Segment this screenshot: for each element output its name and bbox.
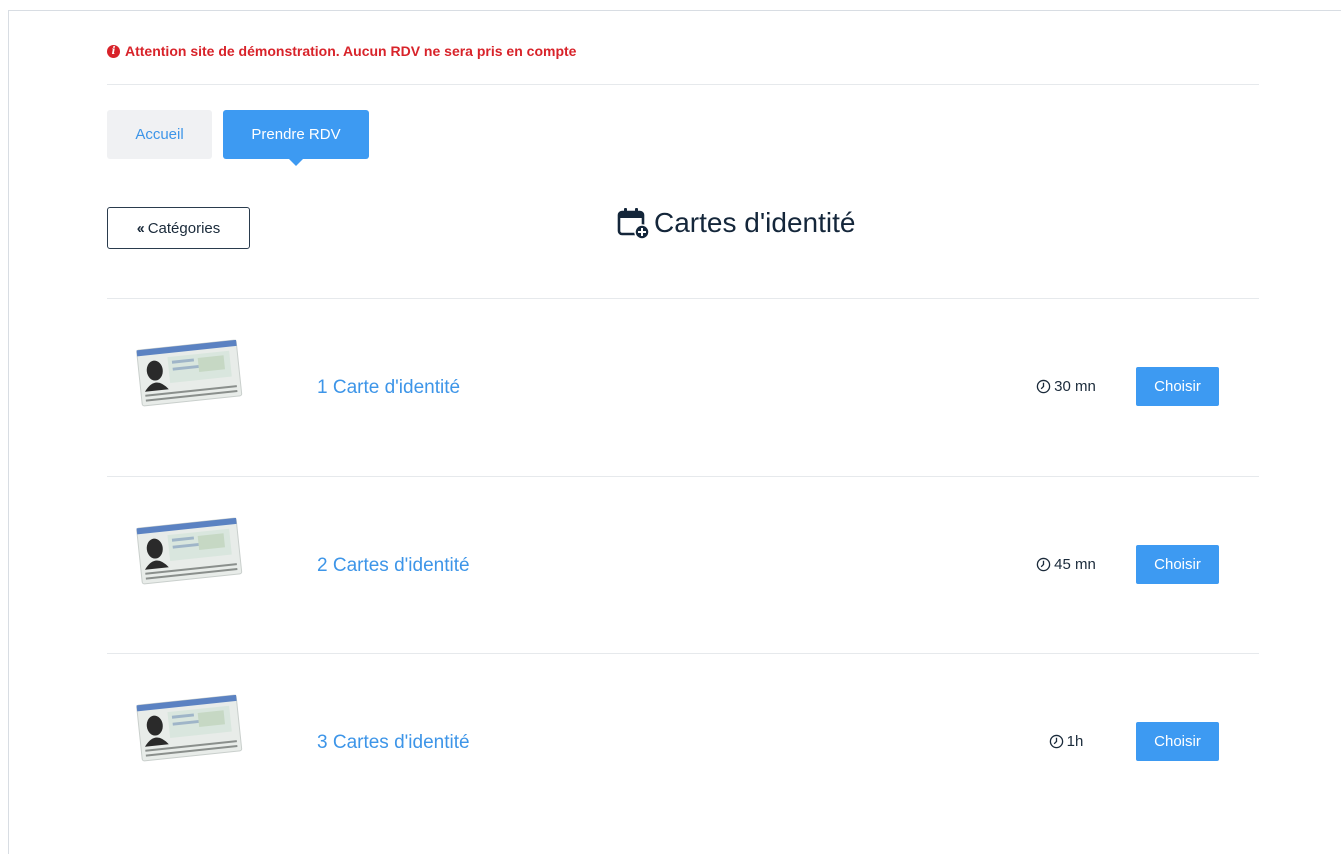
calendar-plus-icon (617, 208, 650, 240)
tab-accueil[interactable]: Accueil (107, 110, 212, 159)
duration-text: 45 mn (1054, 556, 1096, 573)
demo-warning-text: Attention site de démonstration. Aucun R… (125, 43, 577, 59)
clock-icon (1036, 379, 1051, 394)
choose-button[interactable]: Choisir (1136, 367, 1219, 406)
divider (107, 84, 1259, 85)
id-card-image (136, 339, 243, 407)
demo-warning: i Attention site de démonstration. Aucun… (107, 43, 576, 59)
duration-text: 30 mn (1054, 378, 1096, 395)
clock-icon (1049, 734, 1063, 749)
double-chevron-left-icon: ‹‹ (136, 219, 145, 237)
info-circle-icon: i (107, 44, 120, 58)
service-row: 3 Cartes d'identité 1h Choisir (107, 654, 1259, 831)
duration-text: 1h (1066, 733, 1084, 750)
page-title: Cartes d'identité (617, 206, 855, 240)
service-duration: 45 mn (1016, 556, 1116, 573)
choose-button[interactable]: Choisir (1136, 722, 1219, 761)
nav-tabs: Accueil Prendre RDV (107, 110, 369, 166)
service-duration: 1h (1016, 733, 1116, 750)
choose-button[interactable]: Choisir (1136, 545, 1219, 584)
clock-icon (1036, 557, 1051, 572)
service-name[interactable]: 1 Carte d'identité (317, 377, 460, 399)
service-row: 1 Carte d'identité 30 mn Choisir (107, 299, 1259, 476)
back-to-categories-button[interactable]: ‹‹ Catégories (107, 207, 250, 249)
service-row: 2 Cartes d'identité 45 mn Choisir (107, 477, 1259, 654)
service-name[interactable]: 3 Cartes d'identité (317, 732, 470, 754)
page-title-text: Cartes d'identité (654, 207, 856, 238)
service-name[interactable]: 2 Cartes d'identité (317, 555, 470, 577)
back-button-label: Catégories (147, 219, 221, 237)
id-card-image (136, 517, 243, 585)
tab-prendre-rdv[interactable]: Prendre RDV (223, 110, 369, 166)
service-duration: 30 mn (1016, 378, 1116, 395)
id-card-image (136, 694, 243, 762)
